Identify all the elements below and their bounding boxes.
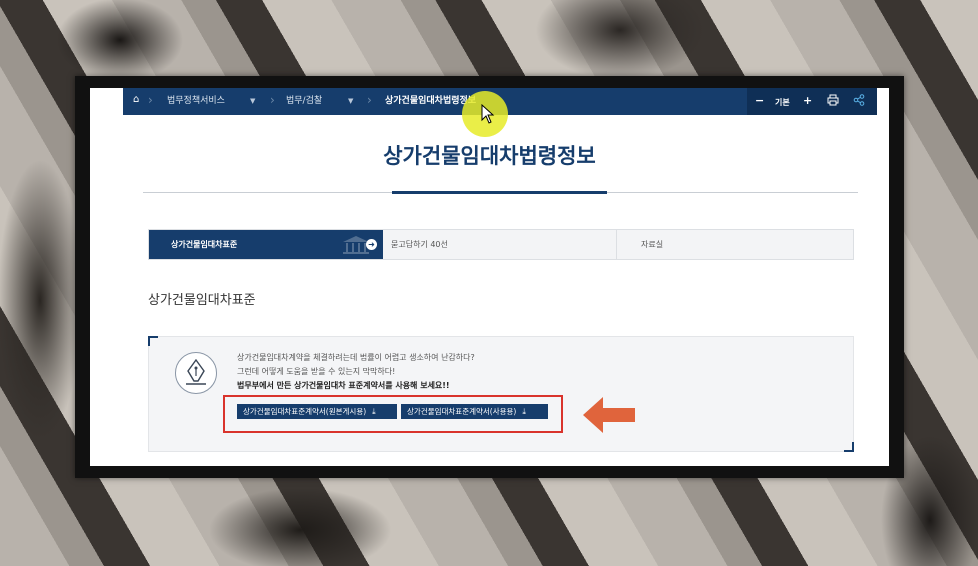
print-icon[interactable]	[827, 94, 839, 110]
arrow-right-icon: ➜	[366, 239, 377, 250]
tab-label: 자료실	[641, 240, 664, 249]
share-icon[interactable]	[853, 94, 865, 110]
chevron-right-icon: ›	[270, 93, 275, 107]
chevron-down-icon[interactable]: ▼	[348, 96, 353, 107]
breadcrumb-item-2[interactable]: 법무/검찰	[286, 96, 322, 107]
chevron-down-icon[interactable]: ▼	[250, 96, 255, 107]
breadcrumb-item-1[interactable]: 법무정책서비스	[167, 96, 225, 107]
pen-nib-icon	[175, 352, 217, 394]
tab-standard[interactable]: 상가건물임대차표준 ➜	[149, 230, 383, 259]
page-tools: − 기본 +	[747, 88, 877, 115]
tab-label: 상가건물임대차표준	[171, 240, 238, 249]
tab-bar: 상가건물임대차표준 ➜ 묻고답하기 40선 자료실	[148, 229, 854, 260]
arrow-left-icon	[581, 393, 637, 441]
info-line: 그런데 어떻게 도움을 받을 수 있는지 막막하다!	[237, 367, 396, 376]
highlight-box	[223, 395, 563, 433]
page-title: 상가건물임대차법령정보	[383, 144, 596, 168]
zoom-level-label[interactable]: 기본	[775, 96, 790, 110]
home-icon[interactable]: ⌂	[133, 95, 143, 105]
corner-decoration	[148, 336, 158, 346]
info-box: 상가건물임대차계약을 체결하려는데 법률이 어렵고 생소하여 난감하다? 그런데…	[148, 336, 854, 452]
zoom-out-button[interactable]: −	[755, 94, 764, 108]
section-title: 상가건물임대차표준	[148, 293, 256, 308]
info-line: 상가건물임대차계약을 체결하려는데 법률이 어렵고 생소하여 난감하다?	[237, 353, 475, 362]
chevron-right-icon: ›	[148, 93, 153, 107]
tab-archive[interactable]: 자료실	[617, 230, 853, 259]
zoom-in-button[interactable]: +	[803, 94, 812, 108]
chevron-right-icon: ›	[367, 93, 372, 107]
corner-decoration	[844, 442, 854, 452]
tab-label: 묻고답하기 40선	[391, 240, 448, 249]
divider-accent	[392, 191, 607, 194]
tab-qna[interactable]: 묻고답하기 40선	[383, 230, 617, 259]
info-line-strong: 법무부에서 만든 상가건물임대차 표준계약서를 사용해 보세요!!	[237, 381, 450, 390]
info-text: 상가건물임대차계약을 체결하려는데 법률이 어렵고 생소하여 난감하다? 그런데…	[237, 351, 475, 393]
